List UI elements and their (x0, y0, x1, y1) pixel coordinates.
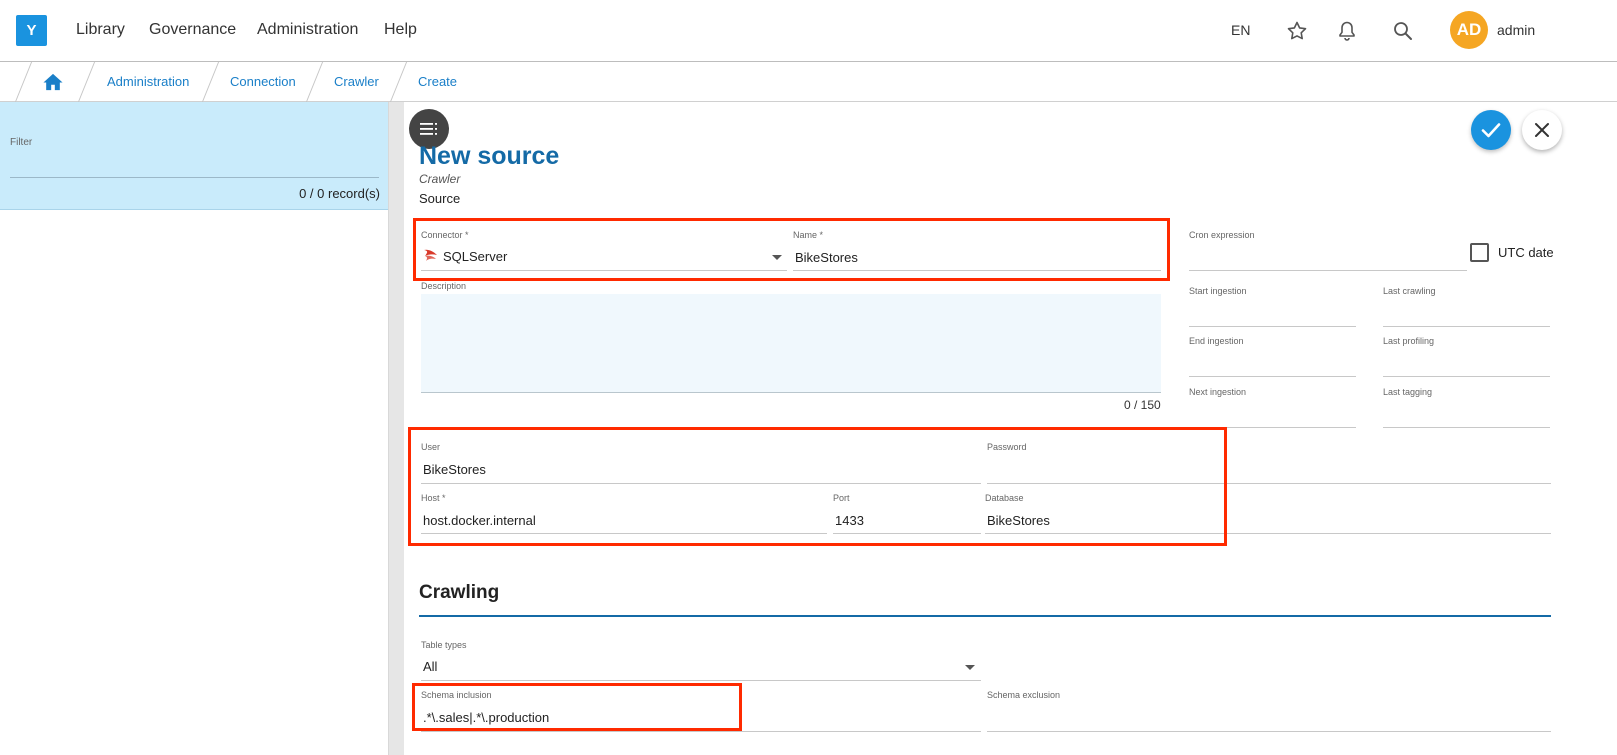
main-form: New source Crawler Source Connector * SQ… (404, 102, 1617, 755)
cancel-button[interactable] (1522, 110, 1562, 150)
table-types-label: Table types (421, 640, 467, 650)
bell-icon[interactable] (1335, 19, 1359, 43)
breadcrumb-separator (14, 62, 33, 102)
highlight-connector-name (413, 218, 1170, 281)
host-label: Host * (421, 493, 446, 503)
breadcrumb-administration[interactable]: Administration (107, 74, 189, 89)
port-underline (833, 533, 981, 534)
breadcrumb-crawler[interactable]: Crawler (334, 74, 379, 89)
filter-label: Filter (10, 137, 33, 148)
record-count: 0 / 0 record(s) (299, 186, 380, 201)
user-underline (421, 483, 981, 484)
connector-select[interactable]: SQLServer (443, 249, 507, 264)
home-icon[interactable] (42, 72, 64, 92)
breadcrumb-separator (201, 62, 220, 102)
section-source-title: Source (419, 191, 461, 206)
sqlserver-icon (424, 249, 437, 261)
last-crawling-field (1383, 326, 1550, 327)
last-crawling-label: Last crawling (1383, 286, 1436, 296)
database-label: Database (985, 493, 1024, 503)
breadcrumb-create[interactable]: Create (418, 74, 457, 89)
password-label: Password (987, 442, 1027, 452)
port-label: Port (833, 493, 850, 503)
name-input[interactable]: BikeStores (795, 250, 858, 265)
last-profiling-field (1383, 376, 1550, 377)
nav-help[interactable]: Help (384, 21, 417, 39)
nav-library[interactable]: Library (76, 21, 125, 39)
panel-splitter[interactable] (388, 102, 404, 755)
start-ingestion-input[interactable] (1189, 326, 1356, 327)
connector-label: Connector * (421, 230, 469, 240)
last-tagging-field (1383, 427, 1550, 428)
port-input[interactable]: 1433 (835, 513, 864, 528)
save-button[interactable] (1471, 110, 1511, 150)
crawling-section-title: Crawling (419, 582, 500, 603)
highlight-connection-params (408, 427, 1227, 546)
name-label: Name * (793, 230, 824, 240)
user-label: User (421, 442, 441, 452)
description-label: Description (421, 281, 467, 291)
page-title: New source (419, 142, 560, 170)
cron-input[interactable] (1189, 270, 1467, 271)
last-profiling-label: Last profiling (1383, 336, 1435, 346)
cron-label: Cron expression (1189, 230, 1255, 240)
star-icon[interactable] (1285, 19, 1309, 43)
breadcrumb-separator (305, 62, 324, 102)
schema-inclusion-underline (421, 731, 981, 732)
last-tagging-label: Last tagging (1383, 387, 1433, 397)
schema-inclusion-label: Schema inclusion (421, 690, 492, 700)
breadcrumb-connection[interactable]: Connection (230, 74, 296, 89)
menu-icon (420, 123, 437, 135)
left-panel: Filter 0 / 0 record(s) (0, 102, 388, 755)
utc-date-label: UTC date (1498, 245, 1554, 260)
schema-exclusion-label: Schema exclusion (987, 690, 1061, 700)
filter-box: Filter 0 / 0 record(s) (0, 102, 388, 210)
host-underline (421, 533, 827, 534)
name-underline (793, 270, 1161, 271)
nav-administration[interactable]: Administration (257, 21, 358, 39)
top-bar: Y Library Governance Administration Help… (0, 0, 1617, 62)
chevron-down-icon[interactable] (772, 255, 782, 260)
utc-date-checkbox[interactable] (1470, 243, 1489, 262)
schema-inclusion-input[interactable]: .*\.sales|.*\.production (423, 710, 549, 725)
database-input[interactable]: BikeStores (987, 513, 1050, 528)
description-char-count: 0 / 150 (1124, 398, 1161, 412)
breadcrumb: Administration Connection Crawler Create (0, 62, 1617, 102)
end-ingestion-input[interactable] (1189, 376, 1356, 377)
database-underline (985, 533, 1551, 534)
app-logo[interactable]: Y (16, 15, 47, 46)
next-ingestion-field (1189, 427, 1356, 428)
breadcrumb-separator (77, 62, 96, 102)
description-textarea[interactable] (421, 294, 1161, 393)
password-input[interactable] (987, 483, 1551, 484)
check-icon (1481, 123, 1501, 138)
nav-governance[interactable]: Governance (149, 21, 236, 39)
page-subtitle: Crawler (419, 172, 461, 186)
search-icon[interactable] (1391, 19, 1415, 43)
close-icon (1535, 123, 1549, 137)
avatar[interactable]: AD (1450, 11, 1488, 49)
schema-exclusion-input[interactable] (987, 731, 1551, 732)
table-types-underline (421, 680, 981, 681)
table-types-select[interactable]: All (423, 659, 437, 674)
next-ingestion-label: Next ingestion (1189, 387, 1247, 397)
username[interactable]: admin (1497, 22, 1535, 38)
start-ingestion-label: Start ingestion (1189, 286, 1247, 296)
breadcrumb-separator (389, 62, 408, 102)
host-input[interactable]: host.docker.internal (423, 513, 536, 528)
language-selector[interactable]: EN (1231, 22, 1250, 38)
filter-input[interactable] (10, 177, 379, 178)
connector-underline (421, 270, 787, 271)
end-ingestion-label: End ingestion (1189, 336, 1244, 346)
chevron-down-icon[interactable] (965, 665, 975, 670)
crawling-divider (419, 615, 1551, 617)
user-input[interactable]: BikeStores (423, 462, 486, 477)
